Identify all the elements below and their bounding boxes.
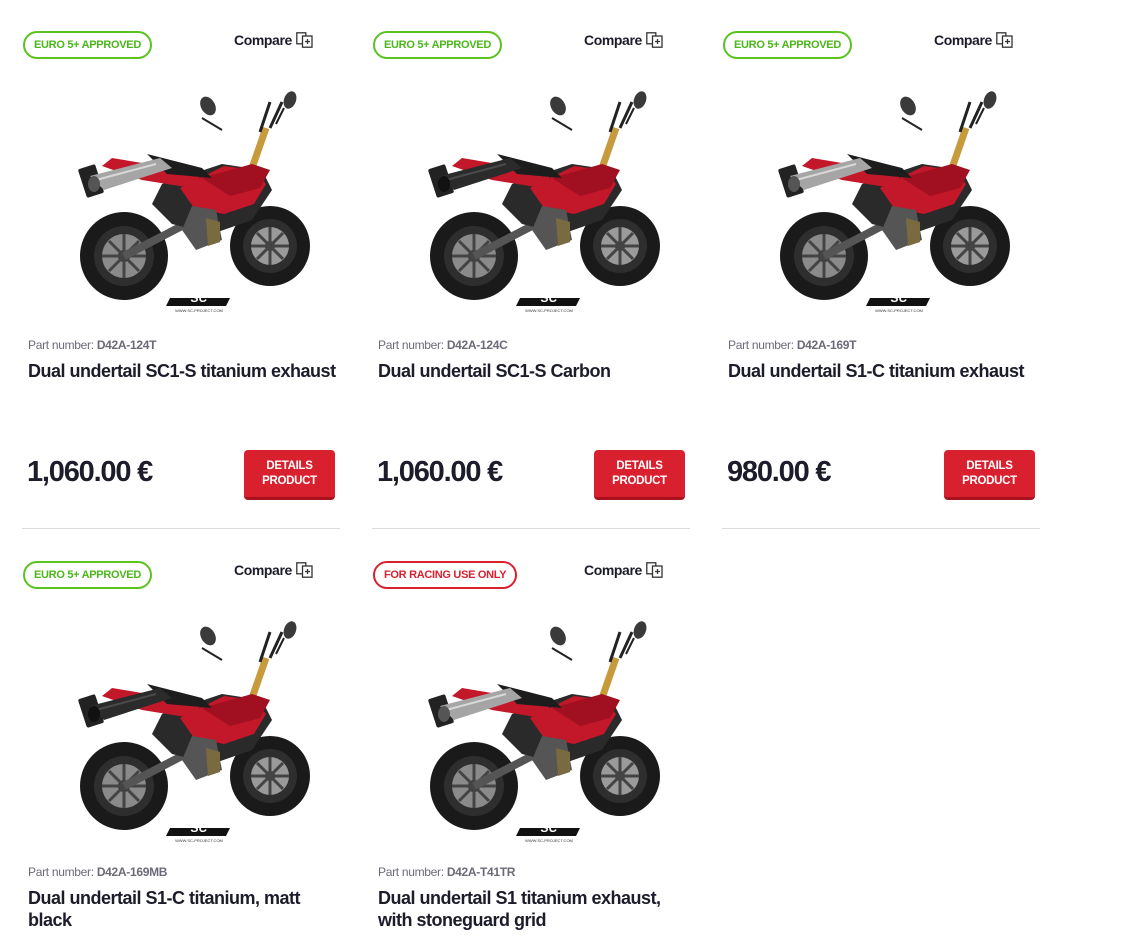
part-number: Part number: D42A-169T: [728, 338, 856, 352]
product-card: EURO 5+ APPROVED Compare Part number: D4…: [22, 530, 340, 952]
product-card: FOR RACING USE ONLY Compare Part number:…: [372, 530, 690, 952]
compare-label: Compare: [234, 562, 292, 578]
product-card: EURO 5+ APPROVED Compare Part number: D4…: [372, 0, 690, 529]
euro5-approved-badge: EURO 5+ APPROVED: [23, 561, 152, 589]
details-label-line2: PRODUCT: [262, 474, 317, 487]
product-image[interactable]: [402, 88, 687, 318]
compare-label: Compare: [584, 32, 642, 48]
part-number-label: Part number:: [28, 338, 94, 352]
product-image[interactable]: [752, 88, 1037, 318]
product-image[interactable]: [52, 618, 337, 848]
compare-label: Compare: [584, 562, 642, 578]
product-title[interactable]: Dual undertail SC1-S titanium exhaust: [28, 360, 340, 382]
details-product-button[interactable]: DETAILS PRODUCT: [944, 450, 1035, 500]
part-number: Part number: D42A-124T: [28, 338, 156, 352]
part-number: Part number: D42A-169MB: [28, 865, 167, 879]
compare-icon: [646, 32, 663, 48]
euro5-approved-badge: EURO 5+ APPROVED: [723, 31, 852, 59]
details-product-button[interactable]: DETAILS PRODUCT: [594, 450, 685, 500]
part-number-label: Part number:: [378, 338, 444, 352]
compare-toggle[interactable]: Compare: [584, 562, 663, 578]
compare-icon: [296, 32, 313, 48]
part-number-value: D42A-T41TR: [446, 865, 516, 879]
racing-only-badge: FOR RACING USE ONLY: [373, 561, 518, 589]
part-number-label: Part number:: [28, 865, 94, 879]
part-number: Part number: D42A-124C: [378, 338, 508, 352]
product-image[interactable]: [402, 618, 687, 848]
compare-icon: [996, 32, 1013, 48]
compare-toggle[interactable]: Compare: [934, 32, 1013, 48]
part-number-value: D42A-169T: [796, 338, 857, 352]
euro5-approved-badge: EURO 5+ APPROVED: [23, 31, 152, 59]
compare-icon: [296, 562, 313, 578]
product-price: 980.00 €: [727, 456, 832, 488]
part-number-value: D42A-124C: [446, 338, 508, 352]
product-image[interactable]: [52, 88, 337, 318]
part-number-label: Part number:: [728, 338, 794, 352]
product-card: EURO 5+ APPROVED Compare Part number: D4…: [722, 0, 1040, 529]
compare-toggle[interactable]: Compare: [584, 32, 663, 48]
compare-toggle[interactable]: Compare: [234, 32, 313, 48]
euro5-approved-badge: EURO 5+ APPROVED: [373, 31, 502, 59]
product-title[interactable]: Dual undertail S1-C titanium, matt black: [28, 887, 340, 931]
part-number: Part number: D42A-T41TR: [378, 865, 515, 879]
product-title[interactable]: Dual undertail S1 titanium exhaust, with…: [378, 887, 690, 931]
part-number-value: D42A-124T: [96, 338, 157, 352]
details-label-line1: DETAILS: [266, 459, 313, 472]
compare-label: Compare: [234, 32, 292, 48]
compare-icon: [646, 562, 663, 578]
part-number-value: D42A-169MB: [96, 865, 168, 879]
compare-toggle[interactable]: Compare: [234, 562, 313, 578]
compare-label: Compare: [934, 32, 992, 48]
details-label-line2: PRODUCT: [612, 474, 667, 487]
part-number-label: Part number:: [378, 865, 444, 879]
product-price: 1,060.00 €: [377, 456, 503, 488]
product-card: EURO 5+ APPROVED Compare Part number: D4…: [22, 0, 340, 529]
details-label-line1: DETAILS: [616, 459, 663, 472]
details-label-line1: DETAILS: [966, 459, 1013, 472]
details-label-line2: PRODUCT: [962, 474, 1017, 487]
product-title[interactable]: Dual undertail SC1-S Carbon: [378, 360, 690, 382]
details-product-button[interactable]: DETAILS PRODUCT: [244, 450, 335, 500]
product-title[interactable]: Dual undertail S1-C titanium exhaust: [728, 360, 1040, 382]
product-price: 1,060.00 €: [27, 456, 153, 488]
